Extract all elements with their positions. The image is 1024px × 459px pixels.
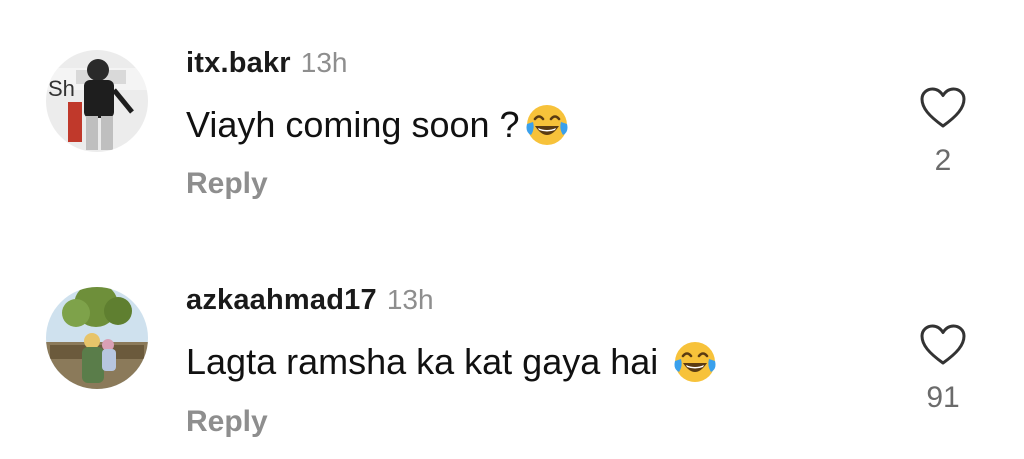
- comment-meta: azkaahmad17 13h: [186, 284, 434, 317]
- reply-button[interactable]: Reply: [186, 405, 268, 439]
- avatar-text: Sh: [48, 76, 75, 101]
- comment-body: Lagta ramsha ka kat gaya hai: [186, 341, 659, 382]
- like-control: 2: [918, 86, 968, 178]
- comment-text: Viayh coming soon ?: [186, 102, 570, 148]
- reply-button[interactable]: Reply: [186, 167, 268, 201]
- timestamp: 13h: [300, 47, 348, 78]
- avatar[interactable]: Sh: [46, 50, 148, 152]
- avatar-image: [46, 287, 148, 389]
- username[interactable]: itx.bakr: [186, 47, 291, 79]
- like-count: 2: [934, 144, 952, 177]
- heart-outline-icon[interactable]: [919, 323, 967, 367]
- like-control: 91: [918, 323, 968, 415]
- avatar-image: Sh: [46, 50, 148, 152]
- comment-meta: itx.bakr 13h: [186, 47, 347, 80]
- tears-of-joy-emoji-icon: [672, 339, 718, 385]
- tears-of-joy-emoji-icon: [524, 102, 570, 148]
- like-count: 91: [926, 381, 960, 414]
- username[interactable]: azkaahmad17: [186, 284, 377, 316]
- heart-outline-icon[interactable]: [919, 86, 967, 130]
- comment-text: Lagta ramsha ka kat gaya hai: [186, 339, 718, 385]
- avatar[interactable]: [46, 287, 148, 389]
- timestamp: 13h: [386, 284, 434, 315]
- comment-body: Viayh coming soon ?: [186, 104, 520, 145]
